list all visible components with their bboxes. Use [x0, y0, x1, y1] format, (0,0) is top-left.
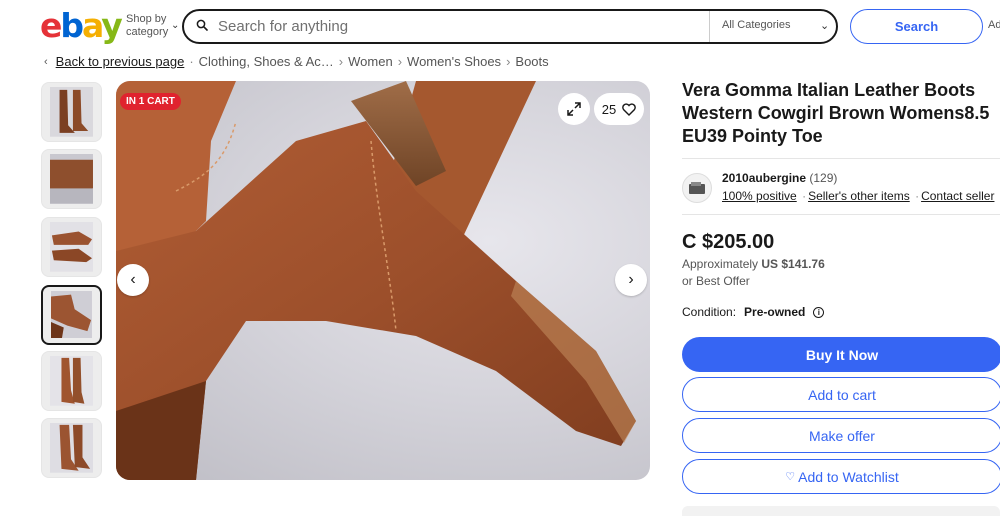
- seller-links: 100% positive · Seller's other items · Con…: [722, 189, 994, 203]
- seller-name-link[interactable]: 2010aubergine: [722, 171, 806, 185]
- expand-image-button[interactable]: [558, 93, 590, 125]
- in-cart-badge: IN 1 CART: [120, 93, 181, 110]
- main-product-image[interactable]: [116, 81, 650, 480]
- breadcrumb-item-boots[interactable]: Boots: [515, 54, 548, 69]
- separator-dot: ·: [802, 189, 807, 203]
- shop-by-label: Shop by: [126, 13, 167, 25]
- thumbnail-5[interactable]: [41, 351, 102, 411]
- condition-label: Condition:: [682, 305, 737, 319]
- breadcrumb-item-clothing[interactable]: Clothing, Shoes & Ac…: [199, 54, 334, 69]
- approx-prefix: Approximately: [682, 257, 759, 271]
- next-section-strip: [682, 506, 1000, 516]
- search-button[interactable]: Search: [850, 9, 983, 44]
- seller-positive-link[interactable]: 100% positive: [722, 189, 797, 203]
- search-icon: [196, 19, 208, 31]
- thumbnail-4-selected[interactable]: [41, 285, 102, 345]
- seller-feedback-count[interactable]: (129): [809, 171, 837, 185]
- ebay-logo[interactable]: ebay: [40, 6, 123, 45]
- breadcrumb-item-women[interactable]: Women: [348, 54, 393, 69]
- thumbnail-6[interactable]: [41, 418, 102, 478]
- best-offer-text: or Best Offer: [682, 274, 750, 288]
- category-select[interactable]: All Categories: [722, 19, 790, 31]
- boot-thumbnail-image: [50, 87, 93, 137]
- back-to-previous-link[interactable]: Back to previous page: [56, 54, 185, 69]
- heart-icon: [622, 102, 637, 116]
- chevron-right-icon: ›: [397, 54, 403, 69]
- price: C $205.00: [682, 231, 775, 253]
- boot-thumbnail-image: [50, 222, 93, 272]
- buy-it-now-button[interactable]: Buy It Now: [682, 337, 1000, 372]
- boot-thumbnail-image: [50, 356, 93, 406]
- breadcrumb: ‹ Back to previous page · Clothing, Shoe…: [44, 54, 549, 69]
- breadcrumb-item-womens-shoes[interactable]: Women's Shoes: [407, 54, 501, 69]
- condition-row: Condition: Pre-owned i: [682, 305, 825, 319]
- info-icon[interactable]: i: [813, 306, 825, 318]
- previous-image-button[interactable]: ‹: [117, 264, 149, 296]
- add-to-watchlist-button[interactable]: ♡ Add to Watchlist: [682, 459, 1000, 494]
- next-image-button[interactable]: ›: [615, 264, 647, 296]
- approx-value: US $141.76: [761, 257, 825, 271]
- thumbnail-2[interactable]: [41, 149, 102, 209]
- separator-dot: ·: [915, 189, 920, 203]
- chevron-left-icon: ‹: [130, 271, 136, 288]
- chevron-right-icon: ›: [628, 271, 634, 288]
- add-to-cart-button[interactable]: Add to cart: [682, 377, 1000, 412]
- divider: [682, 214, 1000, 215]
- thumbnail-3[interactable]: [41, 217, 102, 277]
- search-input[interactable]: [218, 13, 698, 39]
- chevron-down-icon: ⌄: [820, 20, 830, 32]
- boot-photo: [116, 81, 636, 480]
- chevron-right-icon: ›: [338, 54, 344, 69]
- chevron-left-icon: ‹: [44, 55, 48, 68]
- seller-avatar[interactable]: [682, 173, 712, 203]
- listing-title: Vera Gomma Italian Leather Boots Western…: [682, 80, 990, 146]
- category-label: category: [126, 26, 169, 38]
- boot-thumbnail-image: [51, 291, 92, 339]
- divider: [682, 158, 1000, 159]
- seller-info: 2010aubergine (129): [722, 171, 837, 185]
- store-icon: [689, 182, 705, 194]
- watchlist-label: Add to Watchlist: [798, 468, 899, 485]
- make-offer-button[interactable]: Make offer: [682, 418, 1000, 453]
- expand-icon: [567, 102, 581, 116]
- approx-price: Approximately US $141.76: [682, 257, 825, 271]
- condition-value: Pre-owned: [744, 305, 806, 319]
- contact-seller-link[interactable]: Contact seller: [921, 189, 994, 203]
- advanced-search-link[interactable]: Ad: [988, 19, 1000, 31]
- boot-thumbnail-image: [50, 423, 93, 473]
- thumbnail-1[interactable]: [41, 82, 102, 142]
- breadcrumb-separator: ·: [189, 54, 194, 69]
- chevron-down-icon: ⌄: [171, 20, 180, 31]
- watch-count-button[interactable]: 25: [594, 93, 644, 125]
- divider: [709, 11, 710, 42]
- shop-by-category-button[interactable]: Shop by category: [126, 13, 168, 39]
- boot-thumbnail-image: [50, 154, 93, 204]
- watch-count: 25: [601, 101, 617, 117]
- chevron-right-icon: ›: [506, 54, 511, 69]
- sellers-other-items-link[interactable]: Seller's other items: [808, 189, 910, 203]
- heart-icon: ♡: [785, 471, 796, 483]
